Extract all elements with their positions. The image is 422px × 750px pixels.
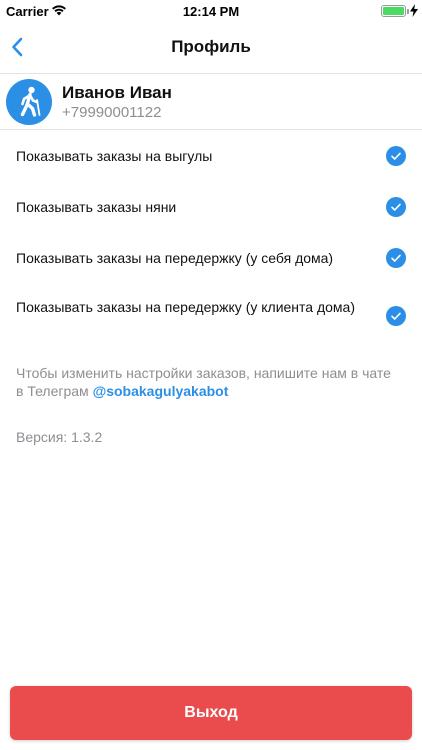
- checkmark-icon[interactable]: [386, 248, 406, 268]
- charging-bolt-icon: [410, 4, 418, 17]
- setting-walk-orders[interactable]: Показывать заказы на выгулы: [0, 130, 422, 182]
- app-version: Версия: 1.3.2: [16, 429, 103, 445]
- setting-label: Показывать заказы на выгулы: [16, 148, 213, 164]
- logout-button[interactable]: Выход: [10, 686, 412, 740]
- status-bar: Carrier 12:14 PM: [0, 0, 422, 22]
- user-name: Иванов Иван: [62, 83, 172, 102]
- navigation-bar: Профиль: [0, 22, 422, 74]
- profile-header: Иванов Иван +79990001122: [0, 74, 422, 130]
- setting-nanny-orders[interactable]: Показывать заказы няни: [0, 182, 422, 232]
- page-title: Профиль: [171, 37, 251, 56]
- checkmark-icon[interactable]: [386, 197, 406, 217]
- avatar: [6, 79, 52, 125]
- clock: 12:14 PM: [182, 4, 240, 19]
- battery-icon: [381, 5, 409, 17]
- checkmark-icon[interactable]: [386, 306, 406, 326]
- telegram-bot-link[interactable]: @sobakagulyakabot: [93, 383, 229, 399]
- setting-label: Показывать заказы няни: [16, 199, 177, 215]
- walking-person-icon: [20, 86, 41, 117]
- user-phone: +79990001122: [62, 104, 162, 121]
- setting-label: Показывать заказы на передержку (у клиен…: [16, 299, 356, 315]
- setting-boarding-client-home[interactable]: Показывать заказы на передержку (у клиен…: [0, 284, 422, 348]
- setting-label: Показывать заказы на передержку (у себя …: [16, 250, 334, 266]
- info-text: Чтобы изменить настройки заказов, напиши…: [16, 364, 396, 400]
- checkmark-icon[interactable]: [386, 146, 406, 166]
- setting-boarding-own-home[interactable]: Показывать заказы на передержку (у себя …: [0, 232, 422, 284]
